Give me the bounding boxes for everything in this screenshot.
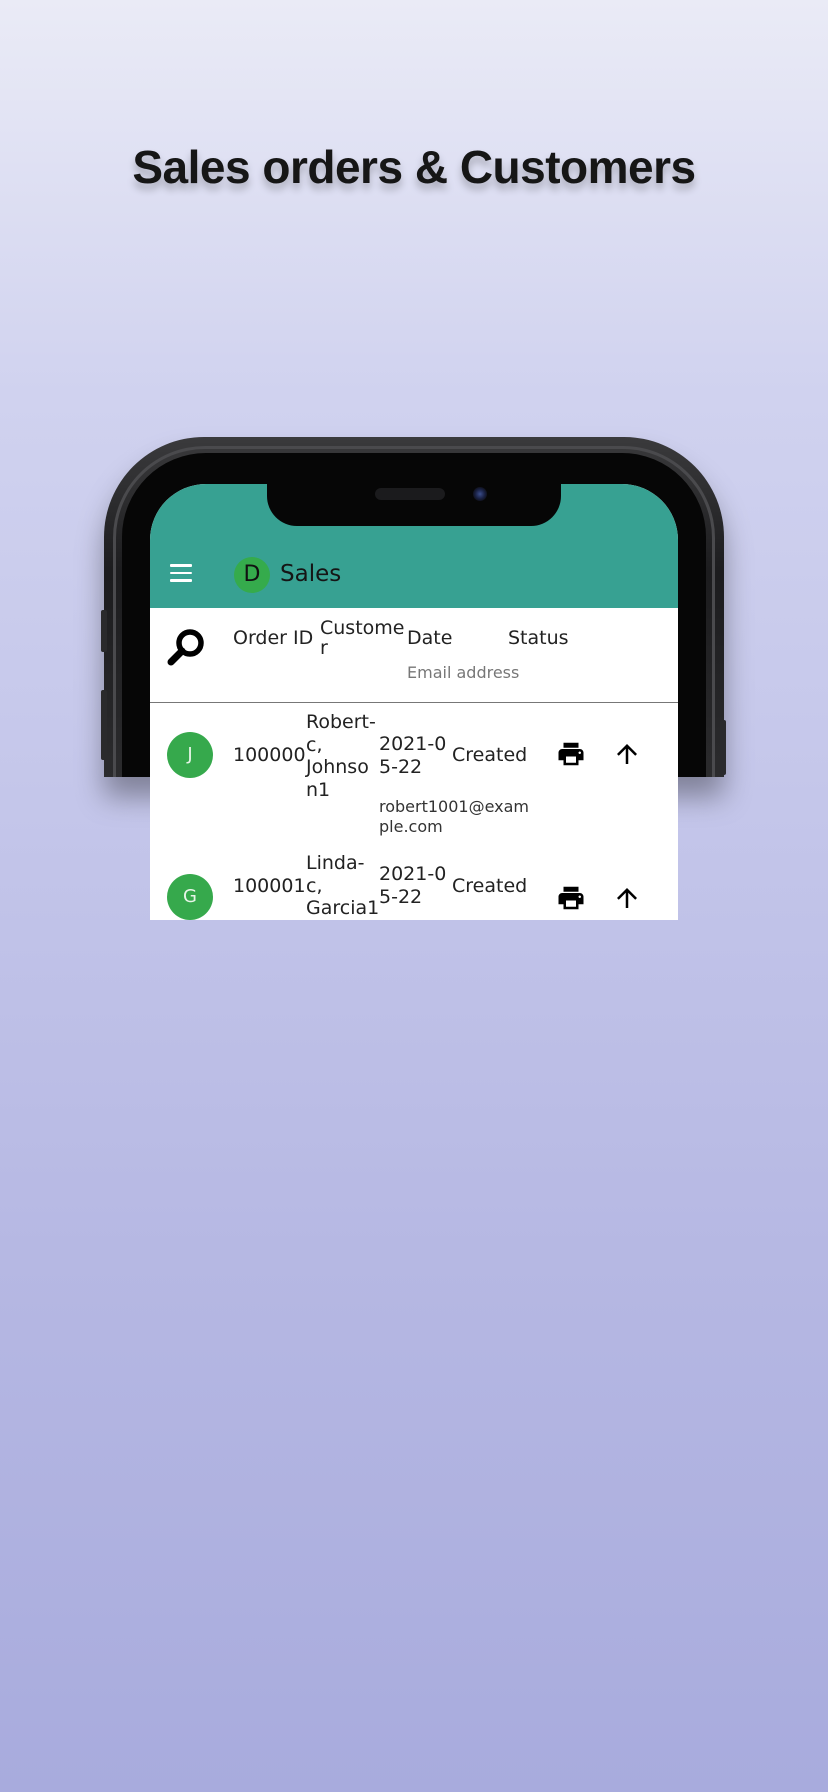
customer-avatar: G (167, 874, 213, 920)
front-camera (473, 487, 487, 501)
speaker-grille (375, 488, 445, 500)
table-header: Order ID Custome r Date Status Email add… (150, 608, 678, 703)
order-id: 100000 (233, 744, 306, 766)
table-row[interactable]: G 100001 Linda- c, Garcia1 2021-0 5-22 C… (150, 846, 678, 920)
order-date: 2021-0 5-22 (379, 863, 447, 908)
phone-notch (267, 484, 561, 526)
order-status: Created (452, 875, 528, 897)
arrow-up-icon[interactable] (612, 739, 642, 769)
arrow-up-icon[interactable] (612, 883, 642, 913)
order-status: Created (452, 744, 528, 766)
search-icon[interactable] (166, 628, 206, 668)
app-bar: D Sales (150, 484, 678, 608)
customer-avatar: J (167, 732, 213, 778)
customer-name: Linda- c, Garcia1 (306, 852, 380, 919)
phone-screen: D Sales Order ID Custome r Date Status E… (150, 484, 678, 920)
column-header-email: Email address (407, 663, 520, 682)
print-icon[interactable] (556, 739, 586, 769)
table-row[interactable]: J 100000 Robert- c, Johnso n1 2021-0 5-2… (150, 711, 678, 846)
page-heading: Sales orders & Customers (132, 141, 696, 193)
order-date: 2021-0 5-22 (379, 733, 447, 778)
column-header-order-id[interactable]: Order ID (233, 628, 313, 648)
app-logo: D (234, 557, 270, 593)
column-header-customer[interactable]: Custome r (320, 618, 404, 658)
menu-icon[interactable] (170, 564, 192, 582)
order-id: 100001 (233, 875, 306, 897)
phone-side-button-power (720, 720, 726, 775)
app-title: Sales (280, 561, 342, 587)
column-header-date[interactable]: Date (407, 628, 452, 648)
phone-side-button-volume (101, 690, 107, 760)
customer-email: robert1001@exam ple.com (379, 797, 530, 836)
column-header-status[interactable]: Status (508, 628, 569, 648)
phone-side-button-silent (101, 610, 107, 652)
print-icon[interactable] (556, 883, 586, 913)
customer-name: Robert- c, Johnso n1 (306, 711, 376, 801)
